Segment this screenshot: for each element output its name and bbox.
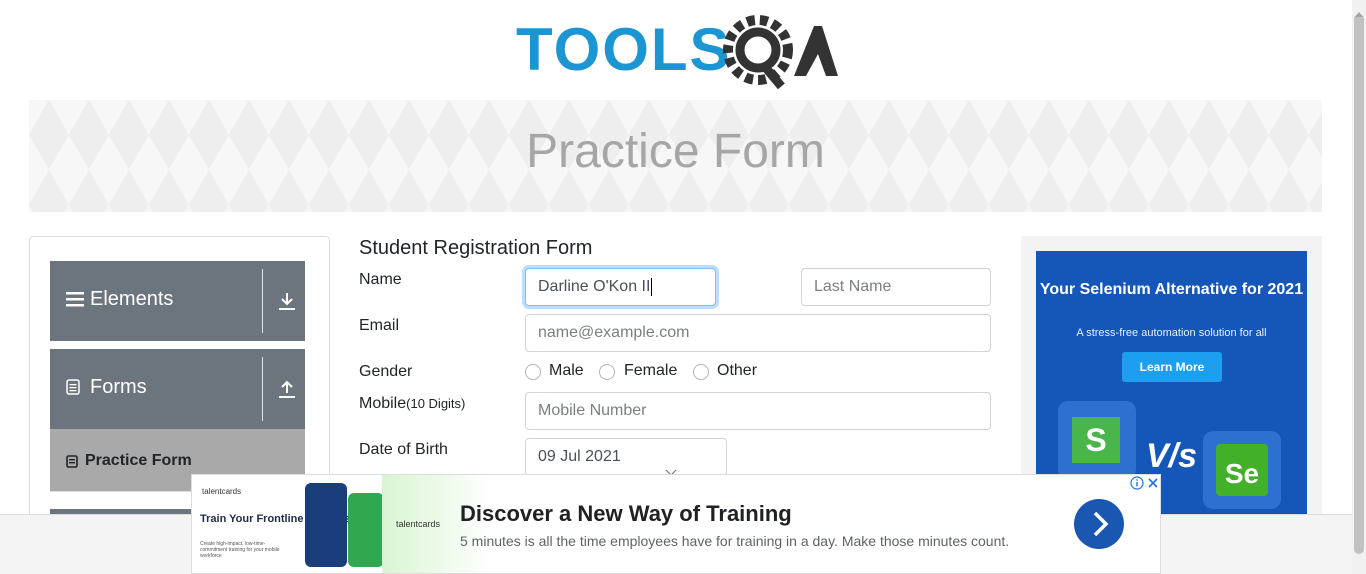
toolsqa-logo[interactable]: TOOLS [516,14,838,90]
bottom-banner-ad[interactable]: talentcards Train Your Frontline Workers… [191,474,1161,574]
ad-logo-s-letter: S [1072,417,1120,463]
email-input[interactable]: name@example.com [525,314,991,352]
upload-icon[interactable] [278,379,296,404]
ad-title: Discover a New Way of Training [460,501,792,526]
form-icon [66,455,78,473]
text-caret [651,277,653,296]
ad-logo-s: S [1058,401,1136,479]
first-name-input[interactable]: Darline O'Kon II [525,268,716,306]
name-label: Name [359,271,402,288]
site-header: TOOLS [0,0,1352,100]
sidebar-group-elements[interactable]: Elements [50,261,305,341]
mobile-label: Mobile(10 Digits) [359,395,465,413]
gender-female-label[interactable]: Female [624,362,677,380]
scrollbar-thumb[interactable] [1354,14,1364,554]
ad-logo-se-letter: Se [1216,444,1268,496]
chevron-right-icon[interactable] [1074,499,1124,549]
ad-vs-text: V/s [1146,437,1198,475]
sidebar-group-forms[interactable]: Forms [50,349,305,429]
download-icon[interactable] [278,291,296,316]
mobile-hint: (10 Digits) [406,396,466,411]
gender-other-label[interactable]: Other [717,362,757,380]
ad-headline: Your Selenium Alternative for 2021 [1039,281,1304,298]
scroll-up-arrow-icon[interactable] [1355,4,1363,22]
svg-text:TOOLS: TOOLS [516,16,732,83]
ad-description: 5 minutes is all the time employees have… [460,533,1010,549]
divider [262,269,263,333]
ad-brand: talentcards [202,487,242,496]
gender-male-radio[interactable] [525,364,541,380]
mobile-label-text: Mobile [359,395,407,412]
hamburger-icon [66,291,84,312]
last-name-input[interactable]: Last Name [801,268,991,306]
divider [262,357,263,421]
dob-value: 09 Jul 2021 [538,448,621,465]
phone-image [305,483,347,567]
ad-image-panel: talentcards Train Your Frontline Workers… [192,475,384,573]
mobile-input[interactable]: Mobile Number [525,392,991,430]
gender-male-label[interactable]: Male [549,362,584,380]
ad-logo-selenium: Se [1203,431,1281,509]
email-label: Email [359,317,400,334]
form-title: Student Registration Form [359,237,593,259]
document-icon [66,379,80,400]
ad-brand-mid: talentcards [396,519,441,529]
dob-label: Date of Birth [359,441,448,458]
ad-left-small-text: Create high-impact, low-time-commitment … [200,541,280,559]
ad-subtext: A stress-free automation solution for al… [1076,327,1267,339]
phone-image [348,493,384,567]
gender-female-radio[interactable] [599,364,615,380]
sidebar-item-label: Practice Form [85,452,192,469]
sidebar-group-label: Forms [90,376,147,398]
page-title: Practice Form [526,125,825,178]
info-icon[interactable] [1130,476,1144,490]
gender-label: Gender [359,363,413,380]
sidebar-group-label: Elements [90,288,174,310]
gender-other-radio[interactable] [693,364,709,380]
learn-more-button[interactable]: Learn More [1122,352,1222,382]
first-name-value: Darline O'Kon II [538,278,651,295]
date-of-birth-input[interactable]: 09 Jul 2021 [525,438,727,476]
page-banner: Practice Form [29,100,1322,212]
close-icon[interactable] [1146,476,1160,490]
